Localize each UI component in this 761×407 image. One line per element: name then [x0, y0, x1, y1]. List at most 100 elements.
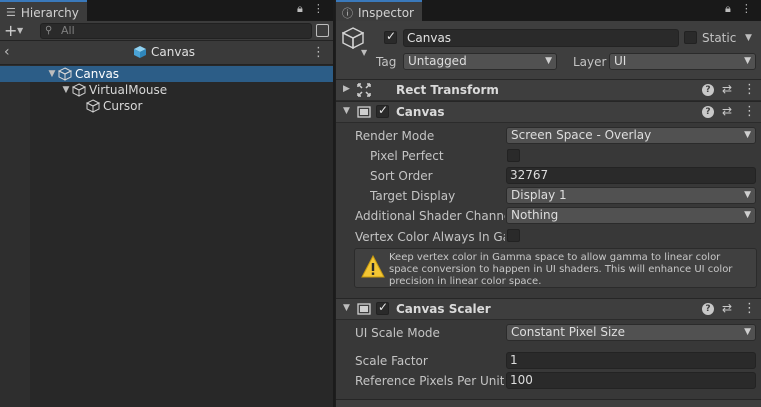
gameobject-icon[interactable]	[342, 27, 364, 49]
layer-label: Layer	[573, 55, 607, 69]
render-mode-dropdown[interactable]: Screen Space - Overlay ▼	[506, 127, 756, 144]
chevron-down-icon[interactable]: ▼	[745, 33, 752, 43]
tab-inspector-label: Inspector	[358, 5, 414, 20]
expanded-arrow-icon[interactable]: ▼	[343, 106, 350, 116]
prefab-title: Canvas	[133, 45, 195, 59]
back-icon[interactable]: ‹	[4, 44, 10, 60]
hierarchy-gutter	[0, 65, 30, 407]
tag-label: Tag	[376, 55, 397, 69]
prefab-header: ‹ Canvas ⋮	[0, 41, 333, 65]
chevron-down-icon: ▼	[545, 56, 552, 66]
canvas-scaler-header[interactable]: ▼ Canvas Scaler ? ⇄ ⋮	[336, 298, 761, 320]
pixel-perfect-label: Pixel Perfect	[370, 149, 444, 163]
shader-channel-value: Nothing	[511, 208, 559, 222]
canvas-component-header[interactable]: ▼ Canvas ? ⇄ ⋮	[336, 101, 761, 123]
canvas-scaler-enabled-checkbox[interactable]	[376, 300, 389, 315]
chevron-down-icon: ▼	[744, 130, 751, 140]
search-placeholder: All	[61, 24, 75, 37]
presets-icon[interactable]: ⇄	[722, 104, 732, 118]
prefab-title-label: Canvas	[151, 45, 196, 59]
reference-ppu-field[interactable]: 100	[506, 372, 756, 389]
gameobject-icon	[58, 67, 72, 81]
component-title: Canvas Scaler	[396, 302, 491, 316]
object-name-field[interactable]: Canvas	[403, 29, 679, 47]
chevron-down-icon: ▼	[744, 56, 751, 66]
add-icon[interactable]: +	[4, 22, 17, 39]
tree-item-virtualmouse[interactable]: ▼ VirtualMouse	[0, 82, 333, 98]
ui-scale-mode-label: UI Scale Mode	[355, 326, 440, 340]
help-icon[interactable]: ?	[702, 84, 714, 96]
header-more-icon[interactable]: ⋮	[312, 45, 325, 60]
warning-helpbox: Keep vertex color in Gamma space to allo…	[354, 248, 757, 288]
tab-hierarchy-label: Hierarchy	[20, 5, 79, 20]
hierarchy-tabbar: ☰ Hierarchy 🔒︎ ⋮	[0, 0, 333, 21]
render-mode-label: Render Mode	[355, 129, 435, 143]
tree-item-cursor[interactable]: Cursor	[0, 98, 333, 114]
tab-hierarchy[interactable]: ☰ Hierarchy	[0, 0, 87, 21]
chevron-down-icon: ▼	[744, 210, 751, 220]
expanded-arrow-icon[interactable]: ▼	[343, 303, 350, 313]
gameobject-icon	[72, 83, 86, 97]
shader-channel-dropdown[interactable]: Nothing ▼	[506, 207, 756, 224]
chevron-down-icon[interactable]: ▼	[17, 26, 23, 35]
help-icon[interactable]: ?	[702, 303, 714, 315]
static-checkbox[interactable]	[684, 31, 697, 44]
tree-item-canvas[interactable]: ▼ Canvas	[0, 66, 333, 82]
inspector-tab-controls: 🔒︎ ⋮	[725, 2, 752, 16]
reference-ppu-label: Reference Pixels Per Unit	[355, 374, 505, 388]
sort-order-field[interactable]: 32767	[506, 167, 756, 184]
shader-channel-label: Additional Shader Channel	[355, 209, 505, 223]
presets-icon[interactable]: ⇄	[722, 82, 732, 96]
ui-scale-mode-value: Constant Pixel Size	[511, 325, 625, 339]
canvas-enabled-checkbox[interactable]	[376, 103, 389, 118]
target-display-value: Display 1	[511, 188, 567, 202]
vertex-color-label: Vertex Color Always In Gar	[355, 230, 505, 244]
search-icon: ⚲	[45, 25, 53, 36]
chevron-down-icon[interactable]: ▼	[361, 48, 367, 57]
pixel-perfect-checkbox[interactable]	[507, 149, 520, 162]
more-options-icon[interactable]: ⋮	[313, 2, 324, 16]
expand-arrow-icon[interactable]: ▼	[46, 69, 58, 79]
lock-icon[interactable]: 🔒︎	[725, 2, 731, 16]
layer-dropdown[interactable]: UI ▼	[609, 53, 756, 70]
hierarchy-toolbar: + ▼ ⚲ All	[0, 21, 333, 41]
inspector-tabbar: ⓘ Inspector 🔒︎ ⋮	[336, 0, 761, 21]
expand-arrow-icon[interactable]: ▼	[60, 85, 72, 95]
scale-factor-field[interactable]: 1	[506, 352, 756, 369]
tab-inspector[interactable]: ⓘ Inspector	[336, 0, 422, 21]
component-title: Rect Transform	[396, 83, 499, 97]
list-icon: ☰	[6, 6, 16, 19]
tree-item-label: Canvas	[75, 67, 120, 81]
hierarchy-panel: ☰ Hierarchy 🔒︎ ⋮ + ▼ ⚲ All ‹ Canvas ⋮ ▼ …	[0, 0, 333, 407]
chevron-down-icon: ▼	[744, 190, 751, 200]
presets-icon[interactable]: ⇄	[722, 301, 732, 315]
scene-visibility-icon[interactable]	[316, 24, 329, 37]
rect-transform-header[interactable]: ▶ Rect Transform ? ⇄ ⋮	[336, 79, 761, 101]
tree-item-label: VirtualMouse	[89, 83, 168, 97]
layer-value: UI	[614, 54, 627, 68]
more-options-icon[interactable]: ⋮	[741, 2, 752, 16]
component-menu-icon[interactable]: ⋮	[743, 301, 756, 316]
ui-scale-mode-dropdown[interactable]: Constant Pixel Size ▼	[506, 324, 756, 341]
render-mode-value: Screen Space - Overlay	[511, 128, 652, 142]
target-display-dropdown[interactable]: Display 1 ▼	[506, 187, 756, 204]
component-menu-icon[interactable]: ⋮	[743, 82, 756, 97]
chevron-down-icon: ▼	[744, 327, 751, 337]
component-menu-icon[interactable]: ⋮	[743, 104, 756, 119]
prefab-cube-icon	[134, 46, 146, 58]
rect-transform-icon	[357, 83, 371, 97]
next-component-header[interactable]	[336, 399, 761, 407]
lock-icon[interactable]: 🔒︎	[297, 2, 303, 16]
scale-factor-label: Scale Factor	[355, 354, 428, 368]
search-input[interactable]: ⚲ All	[40, 23, 312, 39]
inspector-panel: ⓘ Inspector 🔒︎ ⋮ ▼ Canvas Static ▼ Tag U…	[335, 0, 761, 407]
warning-icon	[361, 255, 385, 278]
help-icon[interactable]: ?	[702, 106, 714, 118]
tree-item-label: Cursor	[103, 99, 143, 113]
target-display-label: Target Display	[370, 189, 456, 203]
canvas-component-icon	[357, 106, 371, 118]
collapsed-arrow-icon[interactable]: ▶	[343, 84, 350, 94]
vertex-color-checkbox[interactable]	[507, 229, 520, 242]
active-checkbox[interactable]	[384, 29, 397, 44]
tag-dropdown[interactable]: Untagged ▼	[403, 53, 557, 70]
